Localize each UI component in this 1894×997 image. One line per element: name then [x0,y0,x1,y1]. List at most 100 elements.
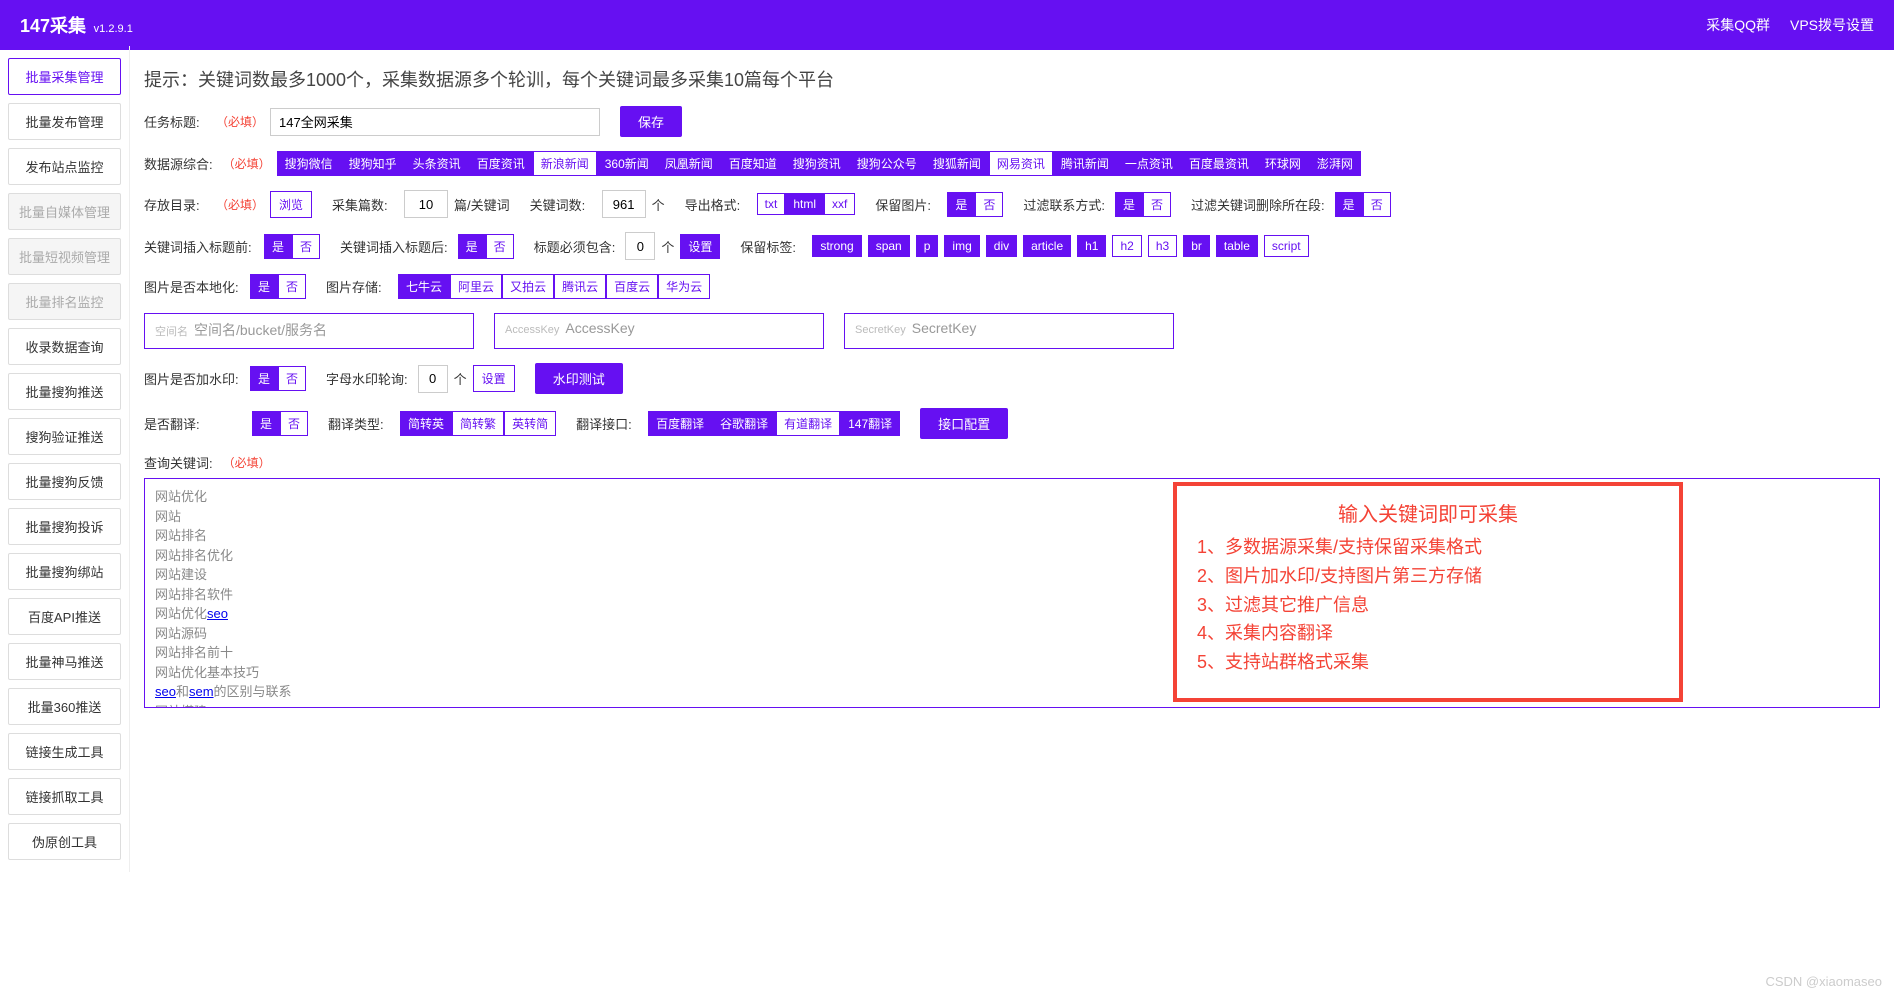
kw-before-no[interactable]: 否 [292,234,320,259]
cloud-5[interactable]: 华为云 [658,274,710,299]
wm-set-button[interactable]: 设置 [473,365,515,392]
trans-config-button[interactable]: 接口配置 [920,408,1008,439]
filter-contact-yes[interactable]: 是 [1115,192,1143,217]
sidebar-item-13[interactable]: 批量神马推送 [8,643,121,680]
annotation-title: 输入关键词即可采集 [1197,498,1659,527]
trans-type-0[interactable]: 简转英 [400,411,452,436]
kw-after-label: 关键词插入标题后: [340,237,448,256]
source-11[interactable]: 网易资讯 [989,151,1053,176]
save-button[interactable]: 保存 [620,106,682,137]
tag-h1[interactable]: h1 [1077,235,1106,257]
cloud-3[interactable]: 腾讯云 [554,274,606,299]
sidebar-item-15[interactable]: 链接生成工具 [8,733,121,770]
kw-before-yes[interactable]: 是 [264,234,292,259]
source-9[interactable]: 搜狗公众号 [849,151,925,176]
fmt-xxf[interactable]: xxf [824,193,855,215]
tag-table[interactable]: table [1216,235,1258,257]
filter-kw-yes[interactable]: 是 [1335,192,1363,217]
keep-img-yes[interactable]: 是 [947,192,975,217]
kw-count-input[interactable] [602,190,646,218]
source-8[interactable]: 搜狗资讯 [785,151,849,176]
fmt-txt[interactable]: txt [757,193,786,215]
source-14[interactable]: 百度最资讯 [1181,151,1257,176]
source-6[interactable]: 凤凰新闻 [657,151,721,176]
tag-h3[interactable]: h3 [1148,235,1177,257]
tag-h2[interactable]: h2 [1112,235,1141,257]
img-local-no[interactable]: 否 [278,274,306,299]
cloud-4[interactable]: 百度云 [606,274,658,299]
kw-after-yes[interactable]: 是 [458,234,486,259]
wm-test-button[interactable]: 水印测试 [535,363,623,394]
tag-p[interactable]: p [916,235,939,257]
sidebar-item-14[interactable]: 批量360推送 [8,688,121,725]
tag-span[interactable]: span [868,235,910,257]
task-req: （必填） [216,113,264,130]
wm-round-input[interactable] [418,365,448,393]
trans-type-2[interactable]: 英转简 [504,411,556,436]
trans-iface-1[interactable]: 谷歌翻译 [712,411,776,436]
sidebar-item-17[interactable]: 伪原创工具 [8,823,121,860]
secretkey-input[interactable]: SecretKeySecretKey [844,313,1174,349]
img-local-yes[interactable]: 是 [250,274,278,299]
source-16[interactable]: 澎湃网 [1309,151,1361,176]
sidebar-item-16[interactable]: 链接抓取工具 [8,778,121,815]
browse-button[interactable]: 浏览 [270,191,312,218]
tag-br[interactable]: br [1183,235,1210,257]
source-5[interactable]: 360新闻 [597,151,657,176]
trans-iface-3[interactable]: 147翻译 [840,411,900,436]
trans-iface-0[interactable]: 百度翻译 [648,411,712,436]
sidebar-item-12[interactable]: 百度API推送 [8,598,121,635]
source-0[interactable]: 搜狗微信 [277,151,341,176]
fmt-html[interactable]: html [785,193,824,215]
cloud-1[interactable]: 阿里云 [450,274,502,299]
annotation-line-5: 5、支持站群格式采集 [1197,648,1659,677]
kw-before-label: 关键词插入标题前: [144,237,254,256]
keyword-textarea[interactable]: 网站优化网站网站排名网站排名优化网站建设网站排名软件网站优化seo网站源码网站排… [144,478,1880,708]
source-3[interactable]: 百度资讯 [469,151,533,176]
tag-img[interactable]: img [944,235,979,257]
sidebar-item-7[interactable]: 批量搜狗推送 [8,373,121,410]
tag-article[interactable]: article [1023,235,1071,257]
trans-iface-2[interactable]: 有道翻译 [776,411,840,436]
sidebar-item-2[interactable]: 发布站点监控 [8,148,121,185]
cloud-2[interactable]: 又拍云 [502,274,554,299]
trans-type-1[interactable]: 简转繁 [452,411,504,436]
source-15[interactable]: 环球网 [1257,151,1309,176]
source-12[interactable]: 腾讯新闻 [1053,151,1117,176]
tag-div[interactable]: div [986,235,1017,257]
sidebar-item-9[interactable]: 批量搜狗反馈 [8,463,121,500]
sidebar-item-1[interactable]: 批量发布管理 [8,103,121,140]
source-7[interactable]: 百度知道 [721,151,785,176]
source-13[interactable]: 一点资讯 [1117,151,1181,176]
sidebar-item-8[interactable]: 搜狗验证推送 [8,418,121,455]
keep-img-no[interactable]: 否 [975,192,1003,217]
link-qq[interactable]: 采集QQ群 [1706,15,1770,35]
wm-no[interactable]: 否 [278,366,306,391]
filter-contact-no[interactable]: 否 [1143,192,1171,217]
kwq-req: （必填） [223,454,271,471]
trans-no[interactable]: 否 [280,411,308,436]
bucket-input[interactable]: 空间名空间名/bucket/服务名 [144,313,474,349]
cloud-0[interactable]: 七牛云 [398,274,450,299]
task-title-input[interactable] [270,108,600,136]
kw-after-no[interactable]: 否 [486,234,514,259]
sidebar-item-5: 批量排名监控 [8,283,121,320]
source-1[interactable]: 搜狗知乎 [341,151,405,176]
link-vps[interactable]: VPS拨号设置 [1790,15,1874,35]
must-set-button[interactable]: 设置 [680,234,720,259]
source-2[interactable]: 头条资讯 [405,151,469,176]
accesskey-input[interactable]: AccessKeyAccessKey [494,313,824,349]
sidebar-item-11[interactable]: 批量搜狗绑站 [8,553,121,590]
sidebar-item-10[interactable]: 批量搜狗投诉 [8,508,121,545]
source-10[interactable]: 搜狐新闻 [925,151,989,176]
trans-yes[interactable]: 是 [252,411,280,436]
filter-kw-no[interactable]: 否 [1363,192,1391,217]
tag-script[interactable]: script [1264,235,1309,257]
tag-strong[interactable]: strong [812,235,861,257]
count-input[interactable] [404,190,448,218]
must-input[interactable] [625,232,655,260]
sidebar-item-6[interactable]: 收录数据查询 [8,328,121,365]
source-4[interactable]: 新浪新闻 [533,151,597,176]
sidebar-item-0[interactable]: 批量采集管理 [8,58,121,95]
wm-yes[interactable]: 是 [250,366,278,391]
